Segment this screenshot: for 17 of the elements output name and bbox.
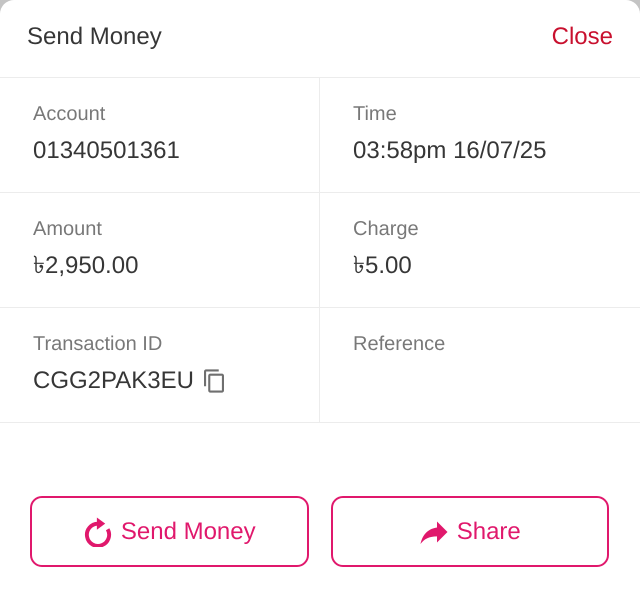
- field-label: Amount: [33, 217, 102, 241]
- field-label: Transaction ID: [33, 332, 162, 356]
- send-money-button[interactable]: Send Money: [30, 496, 308, 567]
- field-value: 03:58pm 16/07/25: [353, 136, 546, 166]
- field-label: Account: [33, 102, 106, 126]
- field-label: Charge: [353, 217, 419, 241]
- refresh-icon: [82, 516, 113, 546]
- field-label: Time: [353, 102, 397, 126]
- dialog-title: Send Money: [27, 22, 162, 50]
- close-button[interactable]: Close: [552, 22, 613, 50]
- share-button[interactable]: Share: [330, 496, 609, 567]
- field-value: CGG2PAK3EU: [33, 366, 194, 396]
- copy-icon[interactable]: [204, 369, 224, 393]
- field-label: Reference: [353, 332, 446, 356]
- field-value: ৳5.00: [353, 251, 412, 281]
- field-value: ৳2,950.00: [33, 251, 138, 281]
- field-value: 01340501361: [33, 136, 180, 166]
